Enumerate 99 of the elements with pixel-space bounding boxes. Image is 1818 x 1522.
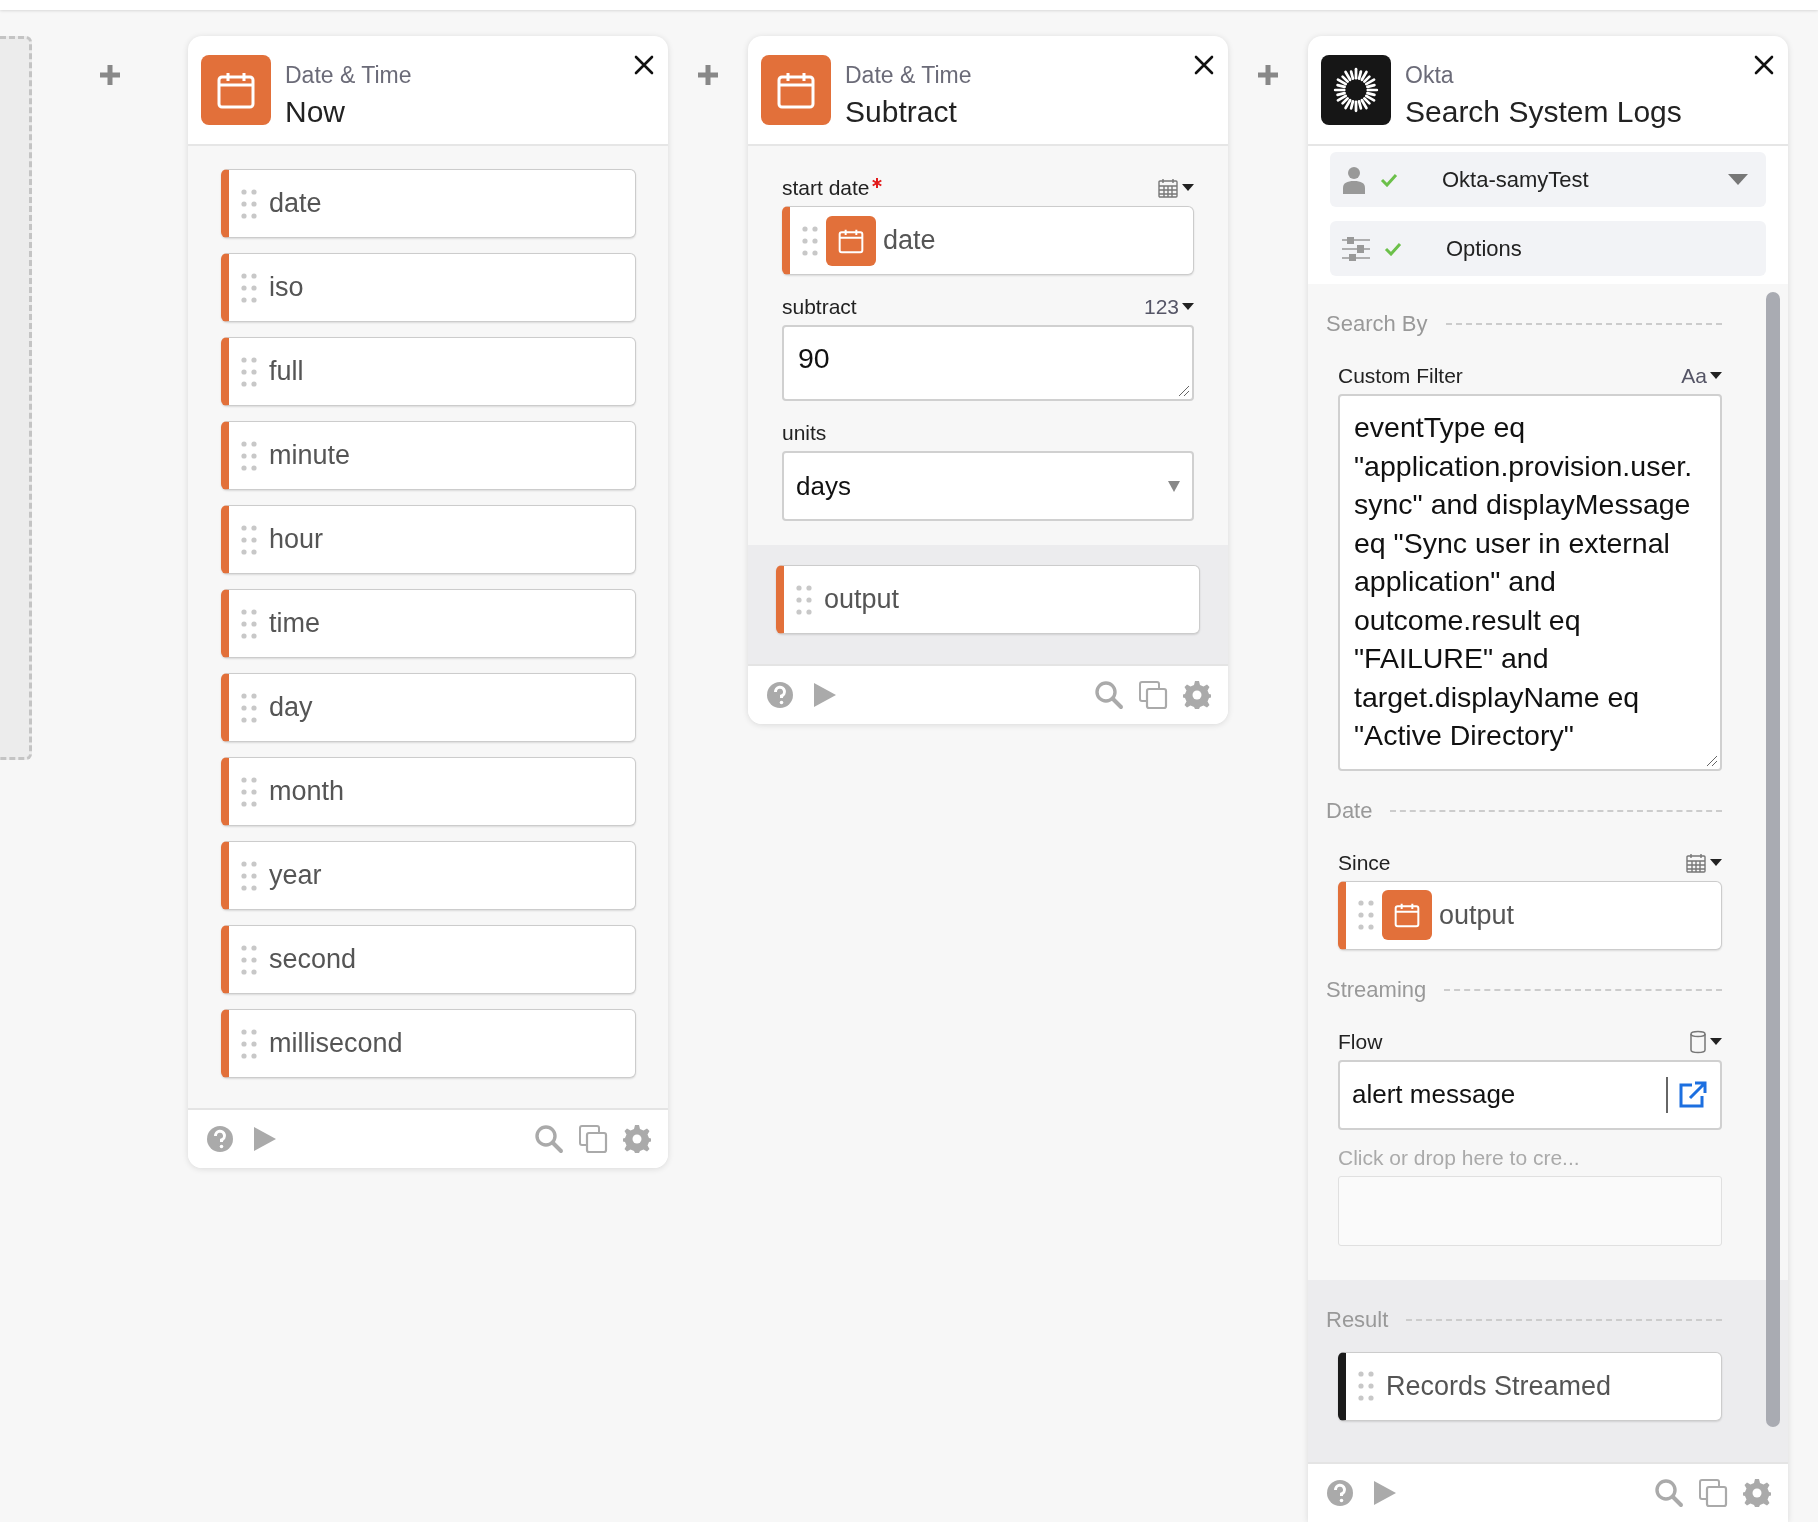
data-chip[interactable]: Records Streamed xyxy=(1338,1351,1722,1421)
type-picker[interactable]: Aa xyxy=(1681,364,1722,388)
scrollbar[interactable] xyxy=(1766,292,1780,1427)
caret-icon[interactable] xyxy=(1710,1037,1722,1046)
type-picker[interactable]: 123 xyxy=(1143,295,1194,319)
data-chip[interactable]: time xyxy=(221,589,636,658)
empty-card-slot[interactable] xyxy=(0,36,32,760)
flow-field[interactable]: alert message xyxy=(1338,1059,1722,1130)
data-chip[interactable]: iso xyxy=(221,253,636,322)
drag-handle-icon[interactable] xyxy=(241,439,257,472)
help-icon[interactable] xyxy=(765,680,795,710)
search-icon[interactable] xyxy=(1094,680,1124,710)
calendar-icon xyxy=(1382,890,1432,940)
sunburst-logo-icon xyxy=(1321,55,1391,125)
data-chip[interactable]: date xyxy=(221,169,636,238)
text-area[interactable]: 90 xyxy=(782,325,1194,401)
drag-handle-icon[interactable] xyxy=(241,775,257,808)
settings-icon[interactable] xyxy=(622,1124,652,1154)
copy-icon[interactable] xyxy=(1138,680,1168,710)
settings-icon[interactable] xyxy=(1742,1478,1772,1508)
close-icon[interactable] xyxy=(634,55,654,75)
drag-handle-icon[interactable] xyxy=(1358,1370,1374,1402)
caret-icon[interactable] xyxy=(1182,184,1194,192)
type-picker[interactable] xyxy=(1685,851,1722,874)
drag-handle-icon[interactable] xyxy=(241,607,257,640)
drag-handle-icon[interactable] xyxy=(241,859,257,892)
drag-handle-icon[interactable] xyxy=(241,355,257,388)
data-chip[interactable]: minute xyxy=(221,421,636,490)
card-title: Search System Logs xyxy=(1405,94,1683,130)
card-title: Now xyxy=(285,94,346,130)
section-title: Result xyxy=(1326,1306,1389,1333)
section-title: Streaming xyxy=(1326,976,1427,1003)
data-chip[interactable]: hour xyxy=(221,505,636,574)
calendar-icon xyxy=(761,55,831,125)
drag-handle-icon[interactable] xyxy=(241,271,257,304)
data-chip[interactable]: millisecond xyxy=(221,1009,636,1078)
add-step-icon[interactable] xyxy=(1257,64,1279,86)
data-chip[interactable]: second xyxy=(221,925,636,994)
field-label: Since xyxy=(1338,850,1391,875)
drag-handle-icon[interactable] xyxy=(802,224,818,257)
drag-handle-icon[interactable] xyxy=(1358,899,1374,931)
drag-handle-icon[interactable] xyxy=(241,691,257,724)
section-title: Search By xyxy=(1326,311,1428,337)
sliders-icon xyxy=(1342,236,1370,261)
data-chip[interactable]: full xyxy=(221,337,636,406)
close-icon[interactable] xyxy=(1754,55,1774,75)
units-select[interactable]: days xyxy=(782,451,1194,521)
type-picker[interactable] xyxy=(1689,1029,1722,1054)
caret-icon[interactable] xyxy=(1710,372,1722,380)
dropdown-caret-icon xyxy=(1728,173,1748,186)
help-icon[interactable] xyxy=(1325,1478,1355,1508)
field-label: units xyxy=(782,421,827,445)
drag-handle-icon[interactable] xyxy=(241,943,257,976)
search-icon[interactable] xyxy=(534,1124,564,1154)
field-label: start date xyxy=(782,176,882,200)
drag-handle-icon[interactable] xyxy=(241,523,257,556)
data-chip[interactable]: day xyxy=(221,673,636,742)
drag-handle-icon[interactable] xyxy=(241,187,257,220)
external-link-icon[interactable] xyxy=(1678,1080,1708,1109)
resize-grip-icon[interactable] xyxy=(1706,754,1718,767)
add-step-icon[interactable] xyxy=(697,64,719,86)
calendar-icon xyxy=(826,215,876,266)
mapped-chip[interactable]: date xyxy=(782,206,1194,275)
close-icon[interactable] xyxy=(1194,55,1214,75)
calendar-icon xyxy=(201,55,271,125)
add-step-icon[interactable] xyxy=(99,64,121,86)
data-chip[interactable]: year xyxy=(221,841,636,910)
cylinder-icon xyxy=(1689,1029,1707,1054)
type-picker[interactable] xyxy=(1157,177,1194,199)
drop-zone[interactable] xyxy=(1338,1175,1722,1246)
field-label: Flow xyxy=(1338,1029,1383,1054)
help-icon[interactable] xyxy=(205,1124,235,1154)
app-name: Okta xyxy=(1405,61,1455,89)
card-title: Subtract xyxy=(845,94,958,130)
copy-icon[interactable] xyxy=(578,1124,608,1154)
text-area[interactable]: eventType eq "application.provision.user.sync" and displayMessage eq "Sync user in external application" and outcome.result eq "FAILURE" and target.displayName eq "Active Directory" xyxy=(1338,394,1722,771)
drag-handle-icon[interactable] xyxy=(796,583,812,616)
app-name: Date & Time xyxy=(285,61,413,89)
field-label: subtract xyxy=(782,295,857,319)
user-icon xyxy=(1342,165,1366,194)
placeholder-text: Click or drop here to cre... xyxy=(1338,1144,1581,1171)
resize-grip-icon[interactable] xyxy=(1178,385,1190,397)
field-label: Custom Filter xyxy=(1338,364,1463,388)
app-name: Date & Time xyxy=(845,61,973,89)
data-chip[interactable]: output xyxy=(776,565,1200,634)
search-icon[interactable] xyxy=(1654,1478,1684,1508)
drag-handle-icon[interactable] xyxy=(241,1027,257,1060)
data-chip[interactable]: month xyxy=(221,757,636,826)
options-row[interactable]: Options xyxy=(1330,221,1766,276)
connection-selector[interactable]: Okta-samyTest xyxy=(1330,152,1766,207)
settings-icon[interactable] xyxy=(1182,680,1212,710)
section-title: Date xyxy=(1326,797,1373,824)
calendar-grid-icon xyxy=(1157,177,1179,199)
caret-icon[interactable] xyxy=(1182,303,1194,311)
calendar-grid-icon xyxy=(1685,851,1707,874)
caret-icon[interactable] xyxy=(1710,858,1722,867)
copy-icon[interactable] xyxy=(1698,1478,1728,1508)
dropdown-caret-icon xyxy=(1168,480,1180,492)
mapped-chip[interactable]: output xyxy=(1338,880,1722,950)
